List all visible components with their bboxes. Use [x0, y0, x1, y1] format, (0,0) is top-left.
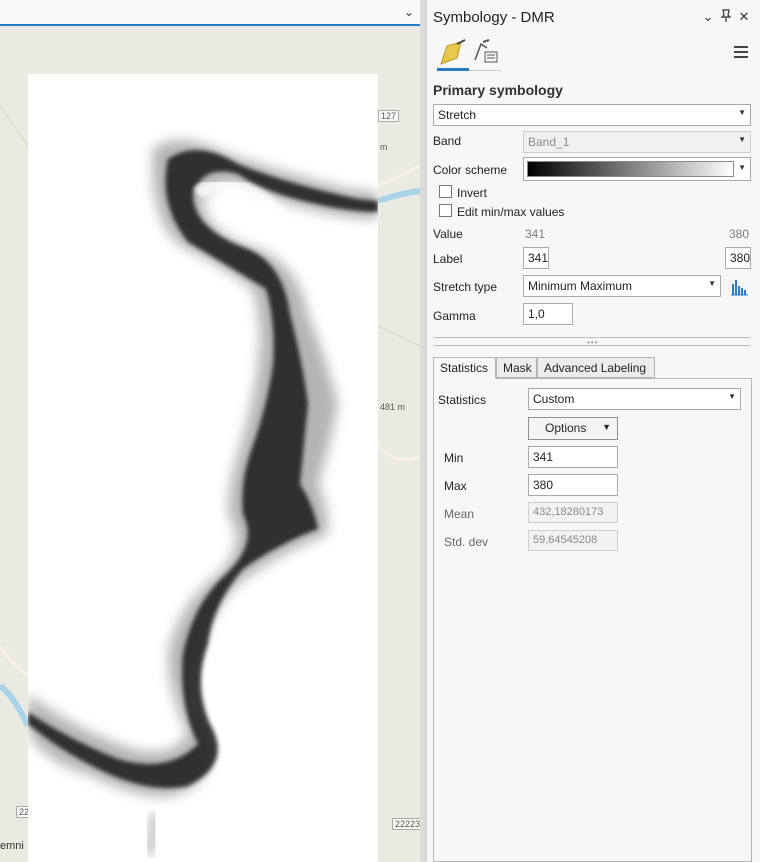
pane-options-chevron-icon[interactable]: ⌄: [701, 9, 715, 25]
active-tool-indicator: [437, 68, 469, 71]
gamma-label: Gamma: [433, 309, 476, 323]
histogram-icon[interactable]: [729, 276, 749, 296]
color-scheme-label: Color scheme: [433, 163, 508, 177]
dropdown-arrow-icon: ▼: [708, 279, 716, 288]
dropdown-arrow-icon: ▼: [738, 163, 746, 172]
tab-advanced-labeling[interactable]: Advanced Labeling: [537, 357, 655, 378]
statistics-value: Custom: [533, 392, 575, 406]
label-max-input[interactable]: 380: [725, 247, 751, 269]
min-input[interactable]: 341: [528, 446, 618, 468]
edit-minmax-label: Edit min/max values: [457, 205, 565, 219]
statistics-label: Statistics: [438, 393, 487, 407]
stretch-type-value: Minimum Maximum: [528, 279, 633, 293]
stddev-label: Std. dev: [444, 535, 489, 549]
river-valley-image: [28, 140, 378, 856]
dropdown-arrow-icon: ▼: [738, 108, 746, 117]
section-title: Primary symbology: [433, 82, 563, 98]
value-label: Value: [433, 227, 463, 241]
renderer-dropdown[interactable]: Stretch ▼: [433, 104, 751, 126]
statistics-tab-content: Statistics Custom ▼ Options ▼ Min 341 Ma…: [433, 378, 752, 862]
label-label: Label: [433, 252, 463, 266]
stddev-value: 59,64545208: [528, 530, 618, 551]
value-max: 380: [729, 227, 750, 241]
value-min: 341: [525, 227, 546, 241]
place-label: emni: [0, 840, 24, 852]
renderer-value: Stretch: [438, 108, 477, 122]
options-label: Options: [545, 421, 587, 435]
symbology-pane: Symbology - DMR ⌄ ✕ Primary symbology St…: [426, 0, 760, 862]
stretch-type-dropdown[interactable]: Minimum Maximum ▼: [523, 275, 721, 297]
dropdown-arrow-icon: ▼: [738, 135, 746, 144]
elevation-label: 481 m: [380, 402, 406, 412]
band-label: Band: [433, 134, 462, 148]
menu-icon[interactable]: [734, 46, 748, 58]
close-icon[interactable]: ✕: [737, 9, 751, 25]
invert-label: Invert: [457, 186, 488, 200]
edit-minmax-checkbox[interactable]: [439, 204, 452, 217]
dem-raster-layer: [28, 74, 378, 862]
mean-value: 432,18280173: [528, 502, 618, 523]
color-ramp-preview: [527, 161, 734, 177]
label-min-input[interactable]: 341: [523, 247, 549, 269]
invert-checkbox[interactable]: [439, 185, 452, 198]
elevation-label: m: [380, 142, 388, 152]
pin-icon[interactable]: [719, 9, 733, 26]
chevron-down-icon: ▼: [602, 422, 611, 432]
chevron-down-icon[interactable]: ⌄: [404, 5, 414, 19]
stretch-type-label: Stretch type: [433, 280, 498, 294]
primary-symbology-icon[interactable]: [437, 38, 469, 70]
divider: [433, 345, 751, 346]
pane-title: Symbology - DMR: [433, 9, 555, 26]
road-label: 22223: [392, 818, 420, 830]
min-label: Min: [444, 451, 464, 465]
vary-symbology-icon[interactable]: [471, 38, 503, 70]
map-view[interactable]: ⌄ 127 m 481 m 22 22223 emni: [0, 0, 420, 862]
band-value: Band_1: [528, 135, 570, 149]
tab-mask[interactable]: Mask: [496, 357, 537, 378]
gamma-input[interactable]: 1,0: [523, 303, 573, 325]
max-input[interactable]: 380: [528, 474, 618, 496]
options-button[interactable]: Options ▼: [528, 417, 618, 440]
map-tab-strip: ⌄: [0, 0, 420, 26]
statistics-dropdown[interactable]: Custom ▼: [528, 388, 741, 410]
mean-label: Mean: [444, 507, 475, 521]
max-label: Max: [444, 479, 467, 493]
band-dropdown: Band_1 ▼: [523, 131, 751, 153]
dropdown-arrow-icon: ▼: [728, 392, 736, 401]
tab-statistics[interactable]: Statistics: [433, 357, 496, 379]
road-label: 127: [378, 110, 400, 122]
color-scheme-dropdown[interactable]: ▼: [523, 157, 751, 181]
